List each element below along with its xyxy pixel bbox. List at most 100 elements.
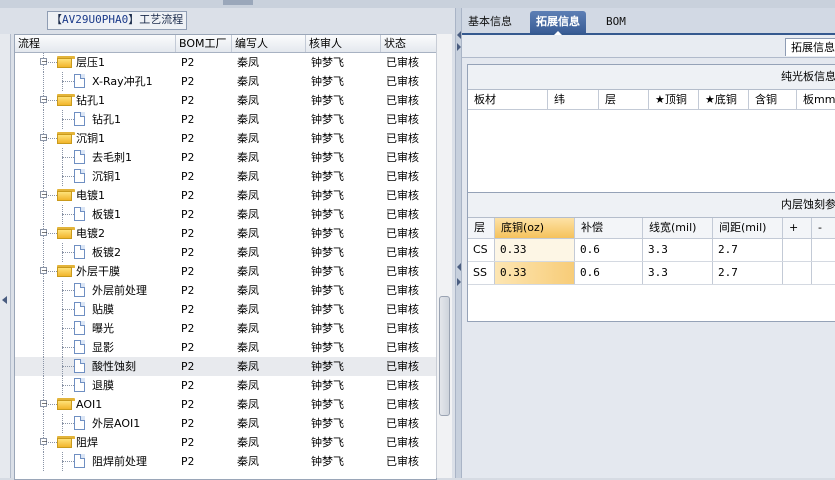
tree-folder-row[interactable]: − 外层干膜 P2 秦凤 钟梦飞 已审核 <box>15 262 436 281</box>
etch-cell-compensation[interactable]: 0.6 <box>575 262 643 284</box>
col-header-process[interactable]: 流程 <box>15 35 176 52</box>
tree-node-cell[interactable]: 沉铜1 <box>15 167 179 186</box>
collapse-node-icon[interactable]: − <box>40 400 48 408</box>
etch-cell-line-width[interactable]: 3.3 <box>643 262 713 284</box>
col-header-status[interactable]: 状态 <box>381 35 436 52</box>
etch-cell-minus[interactable] <box>812 262 835 284</box>
collapse-node-icon[interactable]: − <box>40 134 48 142</box>
etch-cell-layer[interactable]: SS <box>468 262 495 284</box>
col-weft[interactable]: 纬 <box>548 90 599 109</box>
etch-cell-plus[interactable] <box>783 262 812 284</box>
col-minus[interactable]: - <box>812 218 835 238</box>
col-header-bom-factory[interactable]: BOM工厂 <box>176 35 232 52</box>
col-bottom-copper[interactable]: ★底铜 <box>699 90 749 109</box>
tree-node-cell[interactable]: 显影 <box>15 338 179 357</box>
tree-node-cell[interactable]: − 外层干膜 <box>15 262 179 281</box>
tree-node-cell[interactable]: 外层AOI1 <box>15 414 179 433</box>
tree-folder-row[interactable]: − 电镀1 P2 秦凤 钟梦飞 已审核 <box>15 186 436 205</box>
splitter-left-arrow-icon[interactable] <box>457 31 461 39</box>
tree-folder-row[interactable]: − 沉铜1 P2 秦凤 钟梦飞 已审核 <box>15 129 436 148</box>
tree-node-cell[interactable]: 钻孔1 <box>15 110 179 129</box>
collapse-node-icon[interactable]: − <box>40 96 48 104</box>
col-layer[interactable]: 层 <box>599 90 649 109</box>
scrollbar-thumb[interactable] <box>439 296 450 416</box>
tree-node-cell[interactable]: X-Ray冲孔1 <box>15 72 179 91</box>
etch-row-ss[interactable]: SS 0.33 0.6 3.3 2.7 <box>468 262 835 285</box>
tree-node-cell[interactable]: − 沉铜1 <box>15 129 179 148</box>
tree-node-cell[interactable]: − 层压1 <box>15 53 179 72</box>
tree-node-cell[interactable]: − 电镀1 <box>15 186 179 205</box>
process-tree-grid[interactable]: 流程 BOM工厂 编写人 核审人 状态 − 层压1 P2 秦凤 钟梦飞 已审核 X-Ray冲… <box>14 34 437 480</box>
tree-node-cell[interactable]: 贴膜 <box>15 300 179 319</box>
etch-cell-spacing[interactable]: 2.7 <box>713 262 783 284</box>
tree-step-row[interactable]: 板镀1 P2 秦凤 钟梦飞 已审核 <box>15 205 436 224</box>
collapse-node-icon[interactable]: − <box>40 438 48 446</box>
col-plus[interactable]: + <box>783 218 812 238</box>
splitter-collapse-right-icon[interactable] <box>457 278 461 286</box>
tree-folder-row[interactable]: − AOI1 P2 秦凤 钟梦飞 已审核 <box>15 395 436 414</box>
col-etch-layer[interactable]: 层 <box>468 218 495 238</box>
tree-node-cell[interactable]: − 阻焊 <box>15 433 179 452</box>
tree-step-row[interactable]: 钻孔1 P2 秦凤 钟梦飞 已审核 <box>15 110 436 129</box>
col-header-reviewer[interactable]: 核审人 <box>306 35 381 52</box>
tree-step-row[interactable]: 沉铜1 P2 秦凤 钟梦飞 已审核 <box>15 167 436 186</box>
collapse-left-icon[interactable] <box>2 296 7 304</box>
tree-node-cell[interactable]: 曝光 <box>15 319 179 338</box>
col-spacing[interactable]: 间距(mil) <box>713 218 783 238</box>
col-base-copper[interactable]: 底铜(oz) <box>495 218 575 238</box>
etch-cell-plus[interactable] <box>783 239 812 261</box>
tree-step-row[interactable]: 去毛刺1 P2 秦凤 钟梦飞 已审核 <box>15 148 436 167</box>
etch-row-cs[interactable]: CS 0.33 0.6 3.3 2.7 <box>468 239 835 262</box>
splitter-collapse-left-icon[interactable] <box>457 263 461 271</box>
tree-step-row[interactable]: 贴膜 P2 秦凤 钟梦飞 已审核 <box>15 300 436 319</box>
etch-cell-line-width[interactable]: 3.3 <box>643 239 713 261</box>
top-splitter-grip[interactable] <box>223 0 253 5</box>
col-compensation[interactable]: 补偿 <box>575 218 643 238</box>
col-header-writer[interactable]: 编写人 <box>232 35 306 52</box>
subtab-extended-info[interactable]: 拓展信息 <box>785 38 835 56</box>
tree-step-row[interactable]: 显影 P2 秦凤 钟梦飞 已审核 <box>15 338 436 357</box>
tree-step-row[interactable]: 阻焊前处理 P2 秦凤 钟梦飞 已审核 <box>15 452 436 471</box>
tree-folder-row[interactable]: − 钻孔1 P2 秦凤 钟梦飞 已审核 <box>15 91 436 110</box>
col-board-material[interactable]: 板材 <box>468 90 548 109</box>
tree-node-cell[interactable]: − AOI1 <box>15 395 179 414</box>
tree-node-cell[interactable]: − 电镀2 <box>15 224 179 243</box>
tree-step-row[interactable]: 曝光 P2 秦凤 钟梦飞 已审核 <box>15 319 436 338</box>
tree-step-row[interactable]: 外层AOI1 P2 秦凤 钟梦飞 已审核 <box>15 414 436 433</box>
panel-splitter[interactable] <box>455 8 462 478</box>
tree-vertical-scrollbar[interactable] <box>436 34 452 478</box>
tree-folder-row[interactable]: − 层压1 P2 秦凤 钟梦飞 已审核 <box>15 53 436 72</box>
collapse-node-icon[interactable]: − <box>40 58 48 66</box>
tab-bom[interactable]: BOM <box>600 11 632 33</box>
tree-node-cell[interactable]: 板镀2 <box>15 243 179 262</box>
tree-node-cell[interactable]: 阻焊前处理 <box>15 452 179 471</box>
tree-step-row[interactable]: 板镀2 P2 秦凤 钟梦飞 已审核 <box>15 243 436 262</box>
tree-node-cell[interactable]: 酸性蚀刻 <box>15 357 179 376</box>
tab-extended-info[interactable]: 拓展信息 <box>530 11 586 35</box>
etch-cell-compensation[interactable]: 0.6 <box>575 239 643 261</box>
col-line-width[interactable]: 线宽(mil) <box>643 218 713 238</box>
collapse-node-icon[interactable]: − <box>40 267 48 275</box>
col-top-copper[interactable]: ★顶铜 <box>649 90 699 109</box>
collapse-node-icon[interactable]: − <box>40 229 48 237</box>
tree-node-cell[interactable]: 外层前处理 <box>15 281 179 300</box>
tree-step-row[interactable]: X-Ray冲孔1 P2 秦凤 钟梦飞 已审核 <box>15 72 436 91</box>
tab-basic-info[interactable]: 基本信息 <box>462 11 518 33</box>
tree-node-cell[interactable]: 板镀1 <box>15 205 179 224</box>
etch-cell-layer[interactable]: CS <box>468 239 495 261</box>
collapse-node-icon[interactable]: − <box>40 191 48 199</box>
tree-node-cell[interactable]: − 钻孔1 <box>15 91 179 110</box>
tree-step-row[interactable]: 退膜 P2 秦凤 钟梦飞 已审核 <box>15 376 436 395</box>
col-board-thickness[interactable]: 板mm <box>797 90 835 109</box>
etch-cell-minus[interactable] <box>812 239 835 261</box>
splitter-right-arrow-icon[interactable] <box>457 43 461 51</box>
tree-node-cell[interactable]: 退膜 <box>15 376 179 395</box>
tree-folder-row[interactable]: − 阻焊 P2 秦凤 钟梦飞 已审核 <box>15 433 436 452</box>
tree-node-cell[interactable]: 去毛刺1 <box>15 148 179 167</box>
tree-step-row[interactable]: 外层前处理 P2 秦凤 钟梦飞 已审核 <box>15 281 436 300</box>
etch-cell-base-copper-active[interactable]: 0.33 <box>495 262 575 284</box>
etch-cell-spacing[interactable]: 2.7 <box>713 239 783 261</box>
tree-step-row[interactable]: 酸性蚀刻 P2 秦凤 钟梦飞 已审核 <box>15 357 436 376</box>
tree-folder-row[interactable]: − 电镀2 P2 秦凤 钟梦飞 已审核 <box>15 224 436 243</box>
etch-cell-base-copper[interactable]: 0.33 <box>495 239 575 261</box>
